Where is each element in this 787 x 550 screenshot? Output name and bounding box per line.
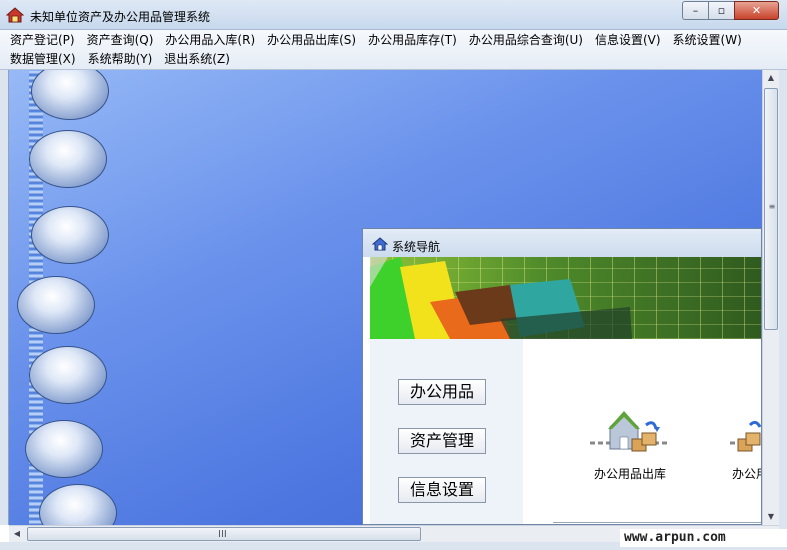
menu-exit-system[interactable]: 退出系统(Z) (158, 51, 236, 68)
supplies-out-label: 办公用品出库 (593, 467, 666, 481)
watermark-text: www.arpun.com (620, 529, 787, 547)
supplies-partial-feature[interactable]: 办公用 (728, 409, 761, 482)
window-titlebar[interactable]: 未知单位资产及办公用品管理系统 – ▫ ✕ (0, 0, 787, 30)
scroll-grip-icon: ≡ (768, 202, 776, 211)
warehouse-boxes-icon (590, 411, 670, 452)
warehouse-boxes-icon (730, 420, 761, 452)
menu-system-settings[interactable]: 系统设置(W) (667, 32, 748, 49)
window-left-border (0, 70, 9, 525)
menu-supplies-in[interactable]: 办公用品入库(R) (159, 32, 261, 49)
content-divider (553, 522, 761, 523)
orb-decoration (25, 420, 103, 478)
menu-supplies-query[interactable]: 办公用品综合查询(U) (463, 32, 589, 49)
menu-supplies-out[interactable]: 办公用品出库(S) (261, 32, 362, 49)
scroll-grip-icon: III (218, 529, 227, 540)
maximize-button[interactable]: ▫ (708, 1, 734, 20)
house-app-icon (6, 7, 24, 23)
menu-bar: 资产登记(P) 资产查询(Q) 办公用品入库(R) 办公用品出库(S) 办公用品… (0, 30, 787, 70)
info-settings-button[interactable]: 信息设置 (398, 477, 486, 503)
chart-banner-image (370, 257, 761, 339)
child-window-title: 系统导航 (392, 240, 441, 254)
window-title: 未知单位资产及办公用品管理系统 (30, 10, 211, 24)
menu-info-settings[interactable]: 信息设置(V) (589, 32, 667, 49)
minimize-button[interactable]: – (682, 1, 708, 20)
orb-decoration (31, 206, 109, 264)
menu-data-management[interactable]: 数据管理(X) (4, 51, 82, 68)
supplies-out-feature[interactable]: 办公用品出库 (588, 409, 672, 482)
system-navigation-window[interactable]: 系统导航 办公用品 资产管理 信息设置 办公用品出库 办公 (362, 228, 762, 525)
scroll-up-arrow-icon[interactable]: ▲ (763, 70, 779, 86)
bar-chart-graphic (370, 257, 632, 339)
menu-system-help[interactable]: 系统帮助(Y) (82, 51, 159, 68)
horizontal-scroll-thumb[interactable]: III (27, 527, 421, 541)
house-window-icon (372, 237, 388, 251)
vertical-scrollbar[interactable]: ▲ ≡ ▼ (762, 70, 779, 525)
close-button[interactable]: ✕ (734, 1, 779, 20)
child-window-titlebar[interactable]: 系统导航 (363, 229, 761, 257)
menu-asset-query[interactable]: 资产查询(Q) (81, 32, 160, 49)
asset-management-button[interactable]: 资产管理 (398, 428, 486, 454)
supplies-partial-label: 办公用 (732, 467, 761, 481)
menu-supplies-stock[interactable]: 办公用品库存(T) (362, 32, 463, 49)
orb-decoration (29, 346, 107, 404)
scroll-left-arrow-icon[interactable]: ◀ (9, 526, 25, 542)
navigation-panel: 办公用品 资产管理 信息设置 (370, 339, 523, 524)
office-supplies-button[interactable]: 办公用品 (398, 379, 486, 405)
orb-decoration (39, 484, 117, 525)
menu-asset-register[interactable]: 资产登记(P) (4, 32, 81, 49)
navigation-content: 办公用品出库 办公用 (523, 339, 761, 524)
window-right-border (779, 70, 787, 550)
orb-decoration (17, 276, 95, 334)
orb-decoration (29, 130, 107, 188)
scroll-down-arrow-icon[interactable]: ▼ (763, 509, 779, 525)
vertical-scroll-thumb[interactable]: ≡ (764, 88, 778, 330)
